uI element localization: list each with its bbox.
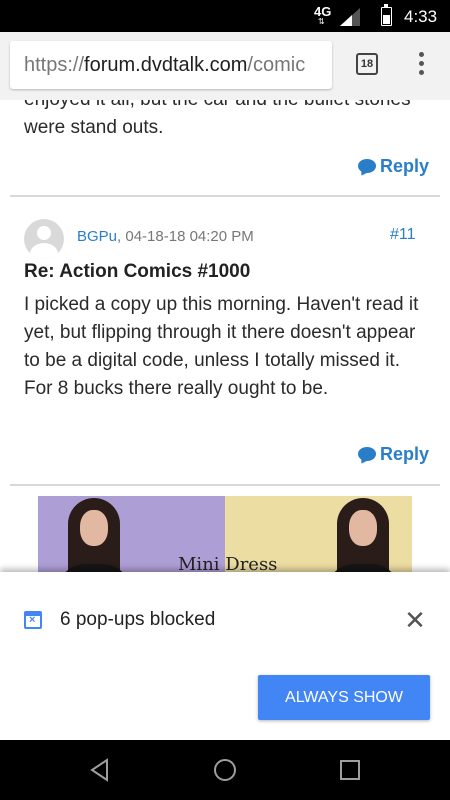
home-icon[interactable] (213, 758, 237, 782)
url-text[interactable]: https://forum.dvdtalk.com/comic (24, 54, 305, 76)
speech-bubble-icon (358, 159, 376, 173)
address-bar[interactable]: https://forum.dvdtalk.com/comic (10, 41, 332, 89)
close-icon[interactable]: ✕ (403, 607, 427, 633)
status-bar: 4G ⇅ 4:33 (0, 0, 450, 32)
advertisement[interactable]: Mini Dress (38, 496, 412, 572)
post-number[interactable]: #11 (390, 226, 416, 244)
tab-switcher-icon[interactable]: 18 (356, 53, 378, 75)
previous-post-text: enjoyed it all, but the car and the bull… (24, 100, 411, 138)
reply-label: Reply (380, 444, 430, 464)
speech-bubble-icon (358, 447, 376, 461)
always-show-button[interactable]: ALWAYS SHOW (258, 675, 430, 720)
infobar-message: 6 pop-ups blocked (60, 609, 216, 630)
post-body: I picked a copy up this morning. Haven't… (24, 294, 419, 399)
post-title: Re: Action Comics #1000 (24, 261, 251, 282)
recent-apps-icon[interactable] (338, 758, 362, 782)
browser-toolbar: https://forum.dvdtalk.com/comic 18 (0, 32, 450, 100)
menu-icon[interactable] (417, 52, 425, 78)
model-image (325, 498, 401, 572)
url-scheme: https:// (24, 54, 85, 76)
back-icon[interactable] (88, 758, 112, 782)
navigation-bar (0, 740, 450, 800)
battery-icon (381, 4, 392, 26)
page-content: enjoyed it all, but the car and the bull… (0, 100, 450, 572)
clock: 4:33 (404, 7, 438, 26)
ad-text: Mini Dress (178, 554, 278, 572)
signal-icon (340, 8, 360, 26)
post-divider (10, 484, 440, 486)
url-path: /comic (247, 54, 306, 76)
post-meta: BGPu, 04-18-18 04:20 PM (77, 228, 254, 246)
model-image (56, 498, 132, 572)
post-divider (10, 195, 440, 197)
data-activity-icon: ⇅ (318, 17, 325, 26)
popup-blocked-icon: × (24, 611, 42, 629)
post-author[interactable]: BGPu (77, 228, 117, 245)
reply-label: Reply (380, 156, 430, 176)
post-date: , 04-18-18 04:20 PM (117, 228, 254, 245)
reply-button[interactable]: Reply (358, 443, 429, 465)
popup-blocked-infobar: × 6 pop-ups blocked ✕ ALWAYS SHOW (0, 572, 450, 740)
reply-button[interactable]: Reply (358, 155, 429, 177)
url-host: forum.dvdtalk.com (84, 54, 248, 76)
avatar[interactable] (24, 219, 64, 259)
